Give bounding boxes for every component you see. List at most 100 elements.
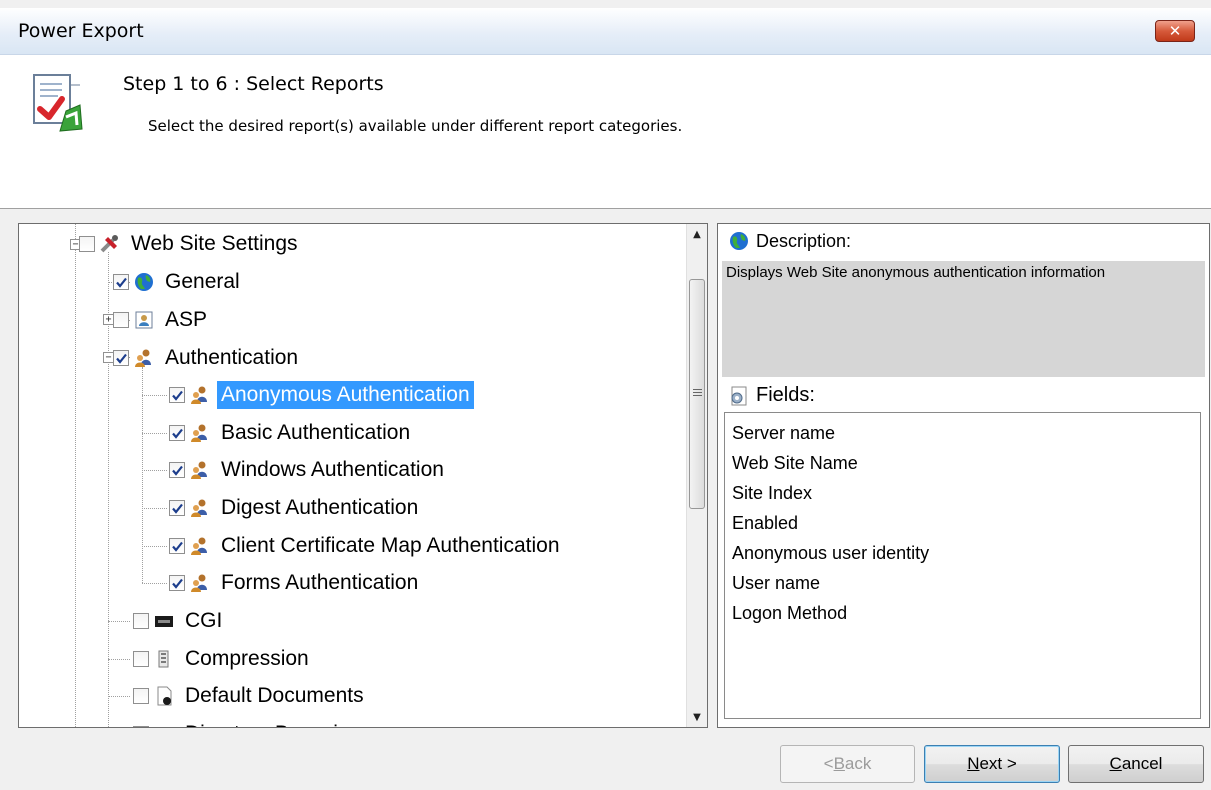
- tree-connector: [142, 395, 167, 396]
- tree-connector: [142, 508, 167, 509]
- fields-header: Fields:: [728, 384, 815, 407]
- power-export-window: Power Export ✕ Step 1 to 6 : Select Repo…: [0, 0, 1211, 790]
- checkbox[interactable]: [169, 387, 185, 403]
- tree-item-forms-authentication[interactable]: Forms Authentication: [169, 566, 422, 600]
- checkbox[interactable]: [133, 651, 149, 667]
- checkbox[interactable]: [169, 500, 185, 516]
- tree-connector: [142, 470, 167, 471]
- field-item: Enabled: [732, 513, 799, 533]
- tree-item-anonymous-authentication[interactable]: Anonymous Authentication: [169, 378, 474, 412]
- close-button[interactable]: ✕: [1155, 20, 1195, 42]
- checkmark-icon: [171, 390, 183, 401]
- checkbox[interactable]: [133, 613, 149, 629]
- compression-icon: [158, 650, 169, 668]
- back-button-mnemonic: B: [833, 754, 845, 773]
- tools-icon: [100, 235, 118, 253]
- scroll-grip-icon: [693, 389, 702, 398]
- tree-item-cgi[interactable]: CGI: [133, 604, 226, 638]
- tree-scrollbar[interactable]: ▲ ▼: [686, 224, 707, 727]
- window-title: Power Export: [18, 20, 144, 42]
- description-header: Description:: [728, 230, 851, 252]
- tree-item-basic-authentication[interactable]: Basic Authentication: [169, 416, 414, 450]
- tree-item-label: Compression: [185, 647, 309, 670]
- field-item: Web Site Name: [732, 453, 858, 473]
- cgi-icon: [155, 616, 173, 627]
- back-button[interactable]: < Back: [780, 745, 915, 783]
- tree-item-label: Digest Authentication: [221, 496, 419, 519]
- globe-icon: [730, 232, 748, 250]
- checkbox[interactable]: [113, 274, 129, 290]
- checkbox[interactable]: [169, 425, 185, 441]
- title-bar: Power Export ✕: [0, 8, 1211, 55]
- users-icon: [191, 461, 207, 479]
- field-item: Logon Method: [732, 603, 848, 623]
- report-check-icon: [33, 74, 83, 132]
- tree-item-label: Authentication: [165, 346, 299, 369]
- gear-icon: [731, 386, 747, 405]
- checkbox[interactable]: [133, 726, 149, 727]
- checkmark-icon: [115, 277, 127, 288]
- wizard-header: Step 1 to 6 : Select Reports Select the …: [0, 55, 1211, 209]
- tree-connector: [142, 433, 167, 434]
- tree-connector: [142, 546, 167, 547]
- scroll-up-arrow-icon[interactable]: ▲: [687, 224, 707, 244]
- checkbox[interactable]: [79, 236, 95, 252]
- tree-item-windows-authentication[interactable]: Windows Authentication: [169, 453, 448, 487]
- cancel-button-mnemonic: C: [1109, 754, 1122, 773]
- tree-item-asp[interactable]: ASP: [113, 303, 211, 337]
- tree-item-general[interactable]: General: [113, 265, 244, 299]
- cancel-button-label: ancel: [1121, 754, 1163, 773]
- back-button-prefix: <: [823, 754, 834, 773]
- tree-item-label: Anonymous Authentication: [217, 381, 474, 409]
- fields-label: Fields:: [756, 384, 815, 406]
- checkmark-icon: [171, 428, 183, 439]
- checkbox[interactable]: [169, 575, 185, 591]
- close-icon: ✕: [1168, 22, 1182, 40]
- tree-item-compression[interactable]: Compression: [133, 642, 313, 676]
- next-button[interactable]: Next >: [924, 745, 1060, 783]
- tree-item-default-documents[interactable]: Default Documents: [133, 679, 368, 713]
- field-item: Server name: [732, 423, 836, 443]
- scroll-down-arrow-icon[interactable]: ▼: [687, 707, 707, 727]
- users-icon: [191, 424, 207, 442]
- checkbox[interactable]: [133, 688, 149, 704]
- checkbox[interactable]: [169, 462, 185, 478]
- tree-item-directory-browsing[interactable]: Directory Browsing: [133, 717, 365, 728]
- description-label: Description:: [756, 230, 852, 251]
- checkmark-icon: [115, 353, 127, 364]
- checkbox[interactable]: [169, 538, 185, 554]
- step-description: Select the desired report(s) available u…: [148, 117, 683, 135]
- checkmark-icon: [171, 465, 183, 476]
- checkbox[interactable]: [113, 350, 129, 366]
- tree-item-label: General: [165, 270, 240, 293]
- back-button-label: ack: [844, 754, 872, 773]
- tree-item-authentication[interactable]: Authentication: [113, 341, 302, 375]
- tree-item-client-certificate-map-authentication[interactable]: Client Certificate Map Authentication: [169, 529, 564, 563]
- checkmark-icon: [171, 578, 183, 589]
- users-icon: [191, 499, 207, 517]
- tree-connector: [108, 659, 130, 660]
- tree-item-web-site-settings[interactable]: Web Site Settings: [79, 227, 302, 261]
- field-item: Anonymous user identity: [732, 543, 930, 563]
- description-text: Displays Web Site anonymous authenticati…: [722, 261, 1205, 377]
- users-icon: [135, 349, 151, 367]
- tree-item-digest-authentication[interactable]: Digest Authentication: [169, 491, 422, 525]
- cancel-button[interactable]: Cancel: [1068, 745, 1204, 783]
- asp-icon: [135, 311, 153, 329]
- checkmark-icon: [171, 541, 183, 552]
- report-tree[interactable]: − + − Web Site Settings General ASP Auth…: [18, 223, 708, 728]
- checkbox[interactable]: [113, 312, 129, 328]
- next-button-label: ext >: [979, 754, 1017, 773]
- tree-item-label: Default Documents: [185, 684, 364, 707]
- field-item: Site Index: [732, 483, 813, 503]
- tree-item-label: CGI: [185, 609, 223, 632]
- tree-item-label: ASP: [165, 308, 208, 331]
- fields-list[interactable]: Server name Web Site Name Site Index Ena…: [724, 412, 1201, 719]
- next-button-mnemonic: N: [967, 754, 980, 773]
- tree-item-label: Directory Browsing: [181, 720, 365, 727]
- step-title: Step 1 to 6 : Select Reports: [123, 73, 384, 95]
- tree-item-label: Web Site Settings: [131, 232, 298, 255]
- tree-item-label: Forms Authentication: [221, 571, 419, 594]
- folder-icon: [153, 723, 175, 728]
- tree-item-label: Basic Authentication: [221, 421, 411, 444]
